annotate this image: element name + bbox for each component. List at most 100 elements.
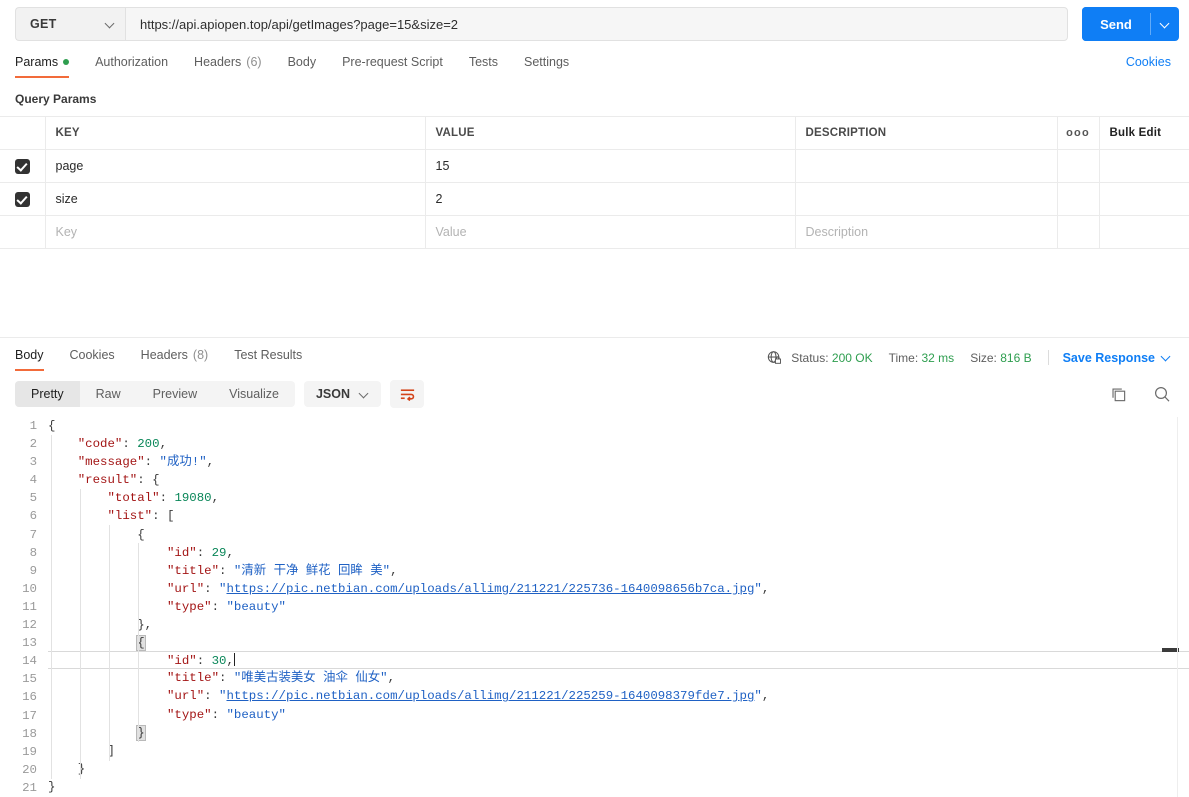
wrap-lines-button[interactable] <box>390 380 424 408</box>
size-label: Size: <box>970 350 997 365</box>
more-options-icon: ooo <box>1066 127 1090 139</box>
code-line: }, <box>137 618 153 633</box>
line-number: 15 <box>22 672 37 687</box>
tab-settings[interactable]: Settings <box>511 55 582 78</box>
response-format-selector[interactable]: JSON <box>303 381 381 407</box>
time-value: 32 ms <box>921 350 955 365</box>
param-value-value: 15 <box>435 159 450 173</box>
response-meta: Status: 200 OK Time: 32 ms Size: 816 B S… <box>767 350 1171 371</box>
line-number: 8 <box>29 545 37 560</box>
tab-test-results[interactable]: Test Results <box>221 348 315 371</box>
param-key-cell[interactable]: page <box>44 149 426 183</box>
table-header-row: KEY VALUE DESCRIPTION ooo Bulk Edit <box>0 116 1189 150</box>
new-param-key-cell[interactable]: Key <box>44 215 426 249</box>
send-button-group: Send <box>1082 7 1179 41</box>
tab-body[interactable]: Body <box>275 55 330 78</box>
code-line: "list": [ <box>107 509 175 524</box>
row-checkbox-cell[interactable] <box>0 182 46 216</box>
tab-headers-count: (6) <box>246 55 262 69</box>
http-method-selector[interactable]: GET <box>15 7 125 41</box>
status-label: Status: <box>791 350 829 365</box>
tab-settings-label: Settings <box>524 55 570 69</box>
row-checkbox[interactable] <box>14 158 30 174</box>
tab-response-headers[interactable]: Headers (8) <box>128 348 222 371</box>
param-value-cell[interactable]: 15 <box>424 149 796 183</box>
code-line: "url": "https://pic.netbian.com/uploads/… <box>166 689 770 704</box>
param-value-cell[interactable]: 2 <box>424 182 796 216</box>
request-url-bar: GET Send <box>0 0 1189 48</box>
save-response-button[interactable]: Save Response <box>1063 351 1171 365</box>
code-line: "id": 29, <box>166 545 234 560</box>
request-tabs: Params Authorization Headers (6) Body Pr… <box>15 55 582 78</box>
view-mode-visualize[interactable]: Visualize <box>213 381 295 407</box>
new-param-description-cell[interactable]: Description <box>794 215 1058 249</box>
param-key-cell[interactable]: size <box>44 182 426 216</box>
new-row-options-cell <box>1056 215 1100 249</box>
param-description-cell[interactable] <box>794 182 1058 216</box>
tab-headers-label: Headers <box>194 55 242 69</box>
tab-response-cookies[interactable]: Cookies <box>57 348 128 371</box>
tab-params[interactable]: Params <box>15 55 82 78</box>
tab-response-headers-label: Headers <box>140 348 188 362</box>
code-line: } <box>48 779 56 794</box>
table-row: page 15 <box>0 149 1189 183</box>
line-number: 11 <box>22 599 37 614</box>
tab-pre-request-script[interactable]: Pre-request Script <box>329 55 456 78</box>
request-tabs-bar: Params Authorization Headers (6) Body Pr… <box>0 48 1189 78</box>
send-options-button[interactable] <box>1151 7 1179 41</box>
param-key-value: page <box>55 159 84 173</box>
code-scrollbar[interactable] <box>1177 417 1189 797</box>
time-label: Time: <box>888 350 919 365</box>
search-button[interactable] <box>1153 385 1171 403</box>
code-line: } <box>77 761 86 776</box>
table-row-new: Key Value Description <box>0 215 1189 249</box>
copy-button[interactable] <box>1110 386 1127 403</box>
tab-response-body[interactable]: Body <box>15 348 57 371</box>
view-mode-raw[interactable]: Raw <box>80 381 137 407</box>
time-badge: Time: 32 ms <box>889 351 955 365</box>
row-checkbox-cell[interactable] <box>0 149 46 183</box>
tab-headers[interactable]: Headers (6) <box>181 55 275 78</box>
chevron-down-icon <box>1162 353 1171 362</box>
request-url-input[interactable] <box>125 7 1068 41</box>
response-tabs: Body Cookies Headers (8) Test Results <box>15 348 315 371</box>
header-checkbox-cell <box>0 116 46 150</box>
code-line: "result": { <box>77 473 160 488</box>
request-pane-spacer <box>0 249 1189 337</box>
view-mode-pretty[interactable]: Pretty <box>15 381 80 407</box>
line-number: 3 <box>29 455 37 470</box>
code-line: { <box>137 527 145 542</box>
response-pane: Body Cookies Headers (8) Test Results St… <box>0 337 1189 797</box>
new-param-value-cell[interactable]: Value <box>424 215 796 249</box>
bulk-edit-button[interactable]: Bulk Edit <box>1098 116 1189 150</box>
line-number: 13 <box>22 636 37 651</box>
code-line: "total": 19080, <box>107 491 220 506</box>
send-button[interactable]: Send <box>1082 7 1150 41</box>
params-options-button[interactable]: ooo <box>1056 116 1100 150</box>
row-checkbox[interactable] <box>14 191 30 207</box>
query-params-title: Query Params <box>15 92 97 106</box>
cookies-link[interactable]: Cookies <box>1126 55 1171 78</box>
response-body-code-viewer[interactable]: 1 2 3 4 5 6 7 8 9 10 11 12 13 14 15 16 1… <box>0 417 1189 797</box>
tab-tests[interactable]: Tests <box>456 55 511 78</box>
chevron-down-icon <box>360 390 369 399</box>
tab-tests-label: Tests <box>468 55 498 69</box>
http-method-label: GET <box>30 17 57 31</box>
code-line: "id": 30, <box>48 651 1189 670</box>
params-modified-dot-icon <box>63 59 70 65</box>
tab-authorization[interactable]: Authorization <box>82 55 181 78</box>
globe-lock-icon <box>767 350 782 365</box>
response-view-controls: Pretty Raw Preview Visualize JSON <box>15 380 424 408</box>
line-number: 12 <box>22 618 37 633</box>
param-value-value: 2 <box>435 192 443 206</box>
row-bulk-cell <box>1098 149 1189 183</box>
header-value: VALUE <box>424 116 796 150</box>
tab-authorization-label: Authorization <box>95 55 169 69</box>
header-key: KEY <box>44 116 426 150</box>
response-view-mode-group: Pretty Raw Preview Visualize <box>15 381 295 407</box>
view-mode-preview[interactable]: Preview <box>137 381 213 407</box>
response-header: Body Cookies Headers (8) Test Results St… <box>0 338 1189 371</box>
new-row-bulk-cell <box>1098 215 1189 249</box>
param-description-cell[interactable] <box>794 149 1058 183</box>
line-number: 16 <box>22 690 37 705</box>
